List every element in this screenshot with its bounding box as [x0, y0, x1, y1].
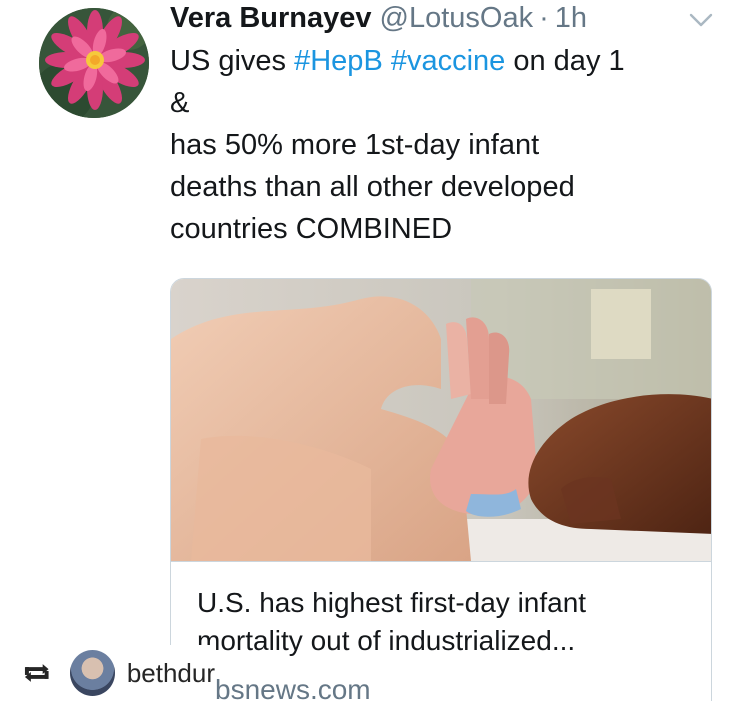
card-title[interactable]: U.S. has highest first-day infant mortal… [197, 584, 687, 660]
header-separator: · [539, 2, 549, 34]
regram-username[interactable]: bethdur [127, 658, 215, 689]
tweet-timestamp[interactable]: 1h [555, 2, 587, 35]
card-image [171, 279, 711, 561]
tweet-text-line: has 50% more 1st-day infant [170, 129, 540, 161]
regram-user-avatar[interactable] [69, 650, 115, 696]
card-title-line: U.S. has highest first-day infant [197, 587, 587, 618]
hashtag-hepb-link[interactable]: #HepB [294, 45, 383, 77]
infant-hand-photo [171, 279, 711, 561]
tweet-text-line: countries COMBINED [170, 213, 453, 245]
card-body: U.S. has highest first-day infant mortal… [171, 561, 711, 660]
repost-icon [24, 664, 49, 682]
hashtag-vaccine-link[interactable]: #vaccine [391, 45, 505, 77]
tweet-text-fragment: on day 1 [505, 45, 625, 77]
card-domain: bsnews.com [215, 674, 371, 701]
tweet-text-fragment: US gives [170, 45, 295, 77]
chevron-down-icon[interactable] [688, 10, 714, 30]
tweet-text-line: & [170, 87, 190, 119]
author-handle[interactable]: @LotusOak [380, 2, 534, 35]
author-name[interactable]: Vera Burnayev [170, 2, 372, 35]
lotus-flower-icon [39, 8, 149, 118]
author-avatar[interactable] [39, 8, 149, 118]
link-preview-card[interactable]: U.S. has highest first-day infant mortal… [170, 278, 712, 701]
regram-attribution: bethdur [0, 645, 215, 701]
tweet-text: US gives #HepB #vaccine on day 1 & has 5… [170, 40, 730, 250]
tweet-text-fragment [383, 45, 391, 77]
card-title-line: mortality out of industrialized... [197, 625, 576, 656]
tweet-text-line: deaths than all other developed [170, 171, 575, 203]
tweet-header: Vera Burnayev @LotusOak · 1h [170, 2, 587, 42]
tweet-text-line: US gives #HepB #vaccine on day 1 [170, 40, 730, 82]
